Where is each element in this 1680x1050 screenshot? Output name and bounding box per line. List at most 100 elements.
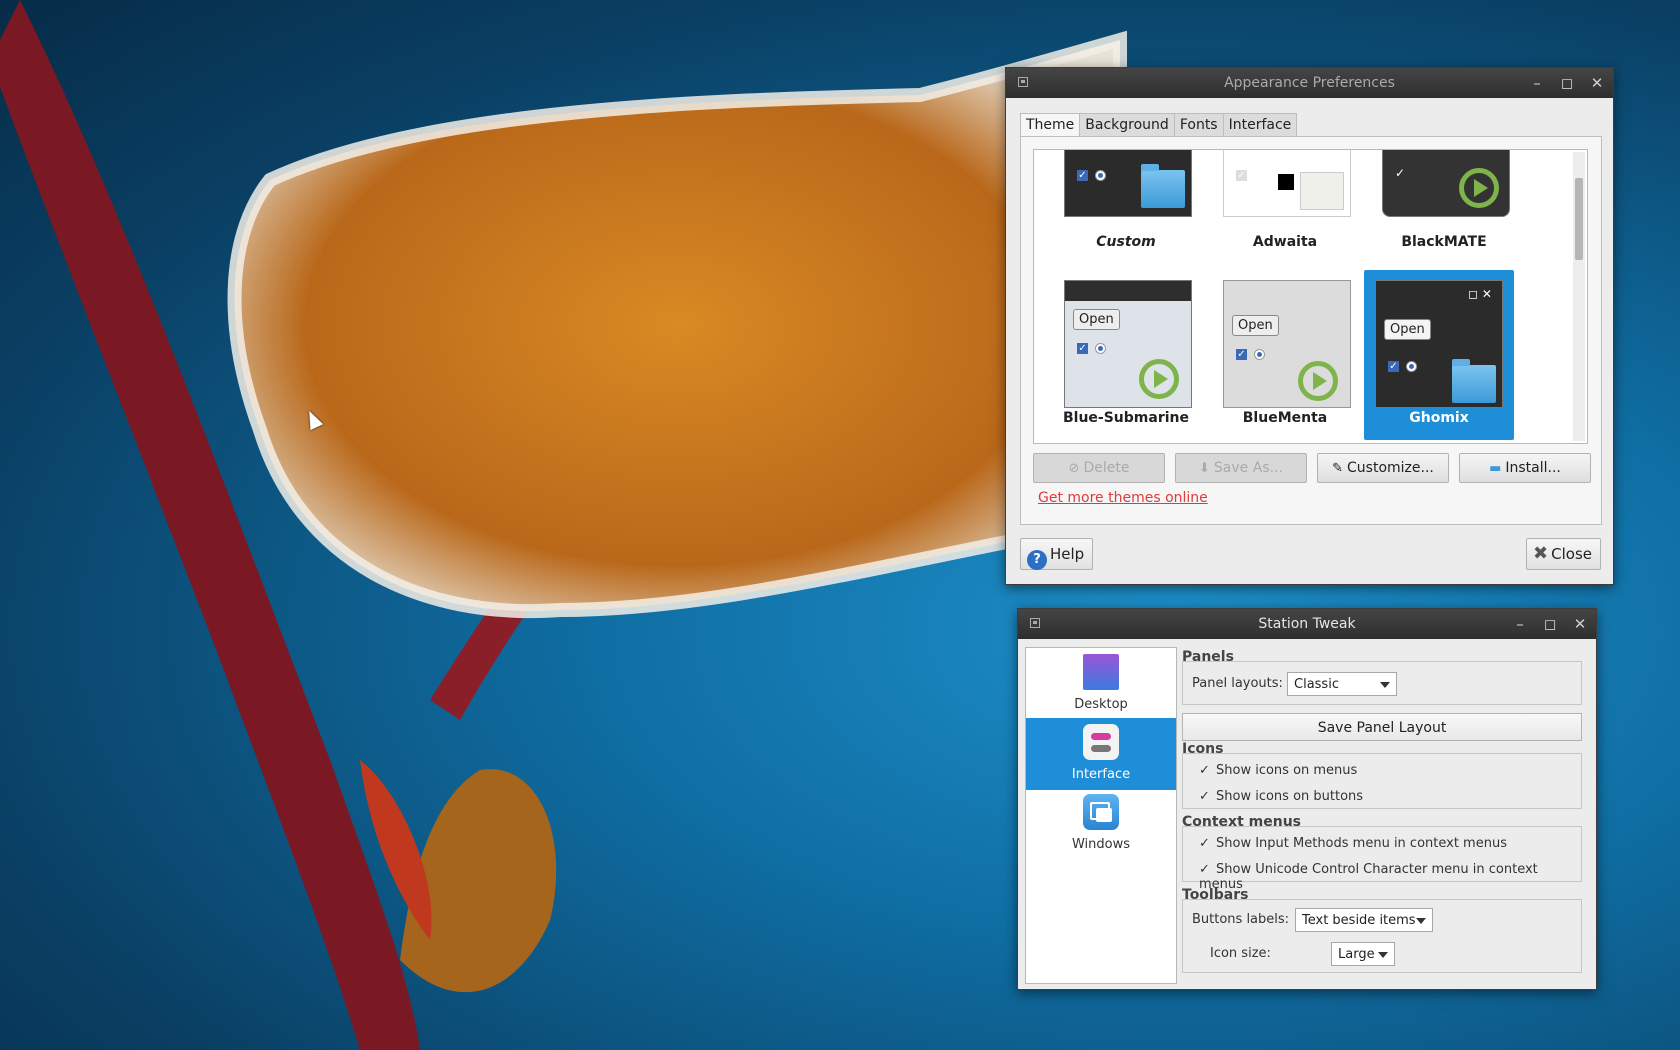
save-as-label: Save As... bbox=[1213, 460, 1283, 476]
install-label: Install... bbox=[1505, 460, 1561, 476]
window-menu-icon[interactable] bbox=[1018, 77, 1028, 87]
tab-theme[interactable]: Theme bbox=[1020, 113, 1081, 136]
theme-name: Blue-Submarine bbox=[1062, 410, 1189, 426]
checkbox-icon: ✓ bbox=[1077, 170, 1088, 181]
minimize-icon[interactable]: – bbox=[1512, 609, 1528, 639]
maximize-icon[interactable]: ◻ bbox=[1559, 68, 1575, 98]
theme-name: Custom bbox=[1096, 234, 1156, 250]
theme-preview: ✓ bbox=[1064, 150, 1192, 217]
option-label: Show icons on buttons bbox=[1216, 789, 1364, 804]
radio-icon bbox=[1254, 349, 1265, 360]
help-button[interactable]: ? Help bbox=[1020, 538, 1094, 570]
tab-fonts[interactable]: Fonts bbox=[1173, 113, 1224, 136]
radio-icon bbox=[1095, 170, 1106, 181]
install-button[interactable]: ▬ Install... bbox=[1459, 453, 1591, 483]
desktop-icon bbox=[1083, 654, 1119, 690]
theme-name: BlackMATE bbox=[1401, 234, 1487, 250]
save-as-button[interactable]: ⬇ Save As... bbox=[1175, 453, 1307, 483]
preview-titlebar bbox=[1065, 281, 1191, 301]
tab-bar: Theme Background Fonts Interface bbox=[1020, 113, 1298, 136]
close-icon[interactable]: ✕ bbox=[1589, 68, 1605, 98]
theme-name: BlueMenta bbox=[1242, 410, 1328, 426]
show-input-methods-option[interactable]: ✓ Show Input Methods menu in context menu… bbox=[1199, 836, 1507, 851]
save-panel-layout-button[interactable]: Save Panel Layout bbox=[1182, 713, 1582, 741]
pencil-icon: ✎ bbox=[1332, 461, 1344, 476]
icon-size-label: Icon size: bbox=[1210, 946, 1271, 961]
preview-open-button: Open bbox=[1384, 319, 1431, 340]
theme-preview: Open ✓ bbox=[1223, 280, 1351, 408]
dropdown-arrow-icon bbox=[1378, 952, 1388, 958]
close-icon[interactable]: ✕ bbox=[1572, 609, 1588, 639]
appearance-preferences-window: Appearance Preferences – ◻ ✕ Theme Backg… bbox=[1005, 67, 1614, 585]
show-icons-on-menus-option[interactable]: ✓ Show icons on menus bbox=[1199, 763, 1357, 778]
dropdown-arrow-icon bbox=[1416, 918, 1426, 924]
icon-size-value: Large bbox=[1338, 947, 1375, 962]
toggle-switches-icon bbox=[1083, 724, 1119, 760]
help-icon: ? bbox=[1027, 550, 1047, 570]
delete-button[interactable]: ⊘ Delete bbox=[1033, 453, 1165, 483]
minimize-icon[interactable]: – bbox=[1529, 68, 1545, 98]
preview-block bbox=[1278, 174, 1294, 190]
tab-interface[interactable]: Interface bbox=[1222, 113, 1298, 136]
icons-group: ✓ Show icons on menus ✓ Show icons on butt… bbox=[1182, 753, 1582, 809]
sidebar-item-label: Interface bbox=[1071, 767, 1131, 782]
theme-name: Adwaita bbox=[1252, 234, 1318, 250]
theme-bluementa[interactable]: Open ✓ BlueMenta bbox=[1205, 270, 1355, 440]
titlebar[interactable]: Station Tweak – ◻ ✕ bbox=[1018, 609, 1596, 639]
radio-icon bbox=[1095, 343, 1106, 354]
scrollbar[interactable] bbox=[1573, 152, 1585, 441]
help-label: Help bbox=[1050, 545, 1085, 563]
theme-ghomix[interactable]: ◻ ✕ Open ✓ Ghomix bbox=[1364, 270, 1514, 440]
show-unicode-control-option[interactable]: ✓ Show Unicode Control Character menu in … bbox=[1199, 862, 1581, 892]
checkbox-icon: ✓ bbox=[1077, 343, 1088, 354]
theme-blackmate[interactable]: ✓ BlackMATE bbox=[1364, 150, 1514, 257]
buttons-labels-value: Text beside items bbox=[1302, 913, 1416, 928]
theme-adwaita[interactable]: ✓ Adwaita bbox=[1205, 150, 1355, 257]
window-menu-icon[interactable] bbox=[1030, 618, 1040, 628]
buttons-labels-combo[interactable]: Text beside items bbox=[1295, 908, 1433, 932]
titlebar[interactable]: Appearance Preferences – ◻ ✕ bbox=[1006, 68, 1613, 98]
theme-panel: ✓ Custom ✓ Adwaita ✓ BlackMATE Open ✓ Bl… bbox=[1020, 136, 1602, 525]
sidebar-item-windows[interactable]: Windows bbox=[1026, 788, 1176, 860]
category-sidebar: Desktop Interface Windows bbox=[1025, 647, 1177, 984]
theme-blue-submarine[interactable]: Open ✓ Blue-Submarine bbox=[1046, 270, 1196, 440]
theme-actions: ⊘ Delete ⬇ Save As... ✎ Customize... ▬ Insta… bbox=[1033, 453, 1591, 483]
mate-logo-icon bbox=[1459, 168, 1499, 208]
mate-logo-icon bbox=[1139, 359, 1179, 399]
show-icons-on-buttons-option[interactable]: ✓ Show icons on buttons bbox=[1199, 789, 1363, 804]
panel-layouts-combo[interactable]: Classic bbox=[1287, 672, 1397, 696]
checkmark-icon: ✓ bbox=[1199, 836, 1210, 851]
window-title: Appearance Preferences bbox=[1224, 75, 1395, 91]
checkmark-icon: ✓ bbox=[1199, 763, 1210, 778]
tab-background[interactable]: Background bbox=[1079, 113, 1175, 136]
preview-controls: ◻ ✕ bbox=[1468, 287, 1492, 301]
sidebar-item-label: Windows bbox=[1071, 837, 1131, 852]
theme-list[interactable]: ✓ Custom ✓ Adwaita ✓ BlackMATE Open ✓ Bl… bbox=[1033, 149, 1588, 444]
radio-icon bbox=[1406, 361, 1417, 372]
icon-size-combo[interactable]: Large bbox=[1331, 942, 1395, 966]
more-themes-link[interactable]: Get more themes online bbox=[1038, 490, 1208, 506]
folder-icon bbox=[1452, 359, 1496, 403]
option-label: Show icons on menus bbox=[1216, 763, 1358, 778]
station-tweak-window: Station Tweak – ◻ ✕ Desktop Interface Wi… bbox=[1017, 608, 1597, 990]
option-label: Show Input Methods menu in context menus bbox=[1216, 836, 1507, 851]
sidebar-item-interface[interactable]: Interface bbox=[1026, 718, 1176, 790]
save-icon: ⬇ bbox=[1199, 461, 1210, 476]
folder-icon: ▬ bbox=[1489, 461, 1502, 476]
customize-button[interactable]: ✎ Customize... bbox=[1317, 453, 1449, 483]
checkbox-icon: ✓ bbox=[1236, 170, 1247, 181]
theme-custom[interactable]: ✓ Custom bbox=[1046, 150, 1196, 257]
theme-preview: ◻ ✕ Open ✓ bbox=[1375, 280, 1503, 408]
windows-icon bbox=[1083, 794, 1119, 830]
close-button[interactable]: ✖ Close bbox=[1526, 538, 1601, 570]
delete-icon: ⊘ bbox=[1068, 461, 1080, 476]
sidebar-item-desktop[interactable]: Desktop bbox=[1026, 648, 1176, 720]
maximize-icon[interactable]: ◻ bbox=[1542, 609, 1558, 639]
buttons-labels-label: Buttons labels: bbox=[1192, 912, 1290, 927]
close-label: Close bbox=[1551, 545, 1592, 563]
panel-layouts-value: Classic bbox=[1294, 677, 1339, 692]
scrollbar-thumb[interactable] bbox=[1575, 178, 1583, 260]
preview-open-button: Open bbox=[1232, 315, 1279, 336]
checkbox-icon: ✓ bbox=[1388, 361, 1399, 372]
folder-icon bbox=[1141, 164, 1185, 208]
